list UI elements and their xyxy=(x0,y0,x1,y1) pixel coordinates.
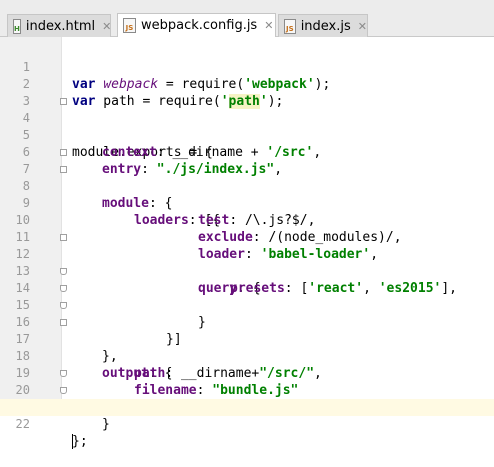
code-line: 8 loaders: [{ xyxy=(0,161,494,228)
code-line: 2 var path = require('path'); xyxy=(0,59,494,109)
code-line: 5 context: __dirname + '/src', xyxy=(0,110,494,160)
code-line: 14 } xyxy=(0,263,494,330)
code-line: 19 filename: "bundle.js" xyxy=(0,348,494,398)
fold-end-icon[interactable] xyxy=(60,268,67,275)
code-line: 11 loader: 'babel-loader', xyxy=(0,212,494,262)
fold-toggle-icon[interactable] xyxy=(60,234,67,241)
code-line: 1 var webpack = require('webpack'); xyxy=(0,42,494,92)
code-line: 16 }, xyxy=(0,297,494,364)
code-line: 6 entry: "./js/index.js", xyxy=(0,127,494,177)
code-line: 4 module.exports = { xyxy=(0,93,494,160)
js-file-icon: JS xyxy=(284,18,296,34)
fold-toggle-icon[interactable] xyxy=(60,166,67,173)
close-icon[interactable]: ✕ xyxy=(264,19,273,32)
tab-label: index.js xyxy=(300,18,351,34)
fold-toggle-icon[interactable] xyxy=(60,98,67,105)
fold-toggle-icon[interactable] xyxy=(60,149,67,156)
code-line: 12 query: { xyxy=(0,229,494,296)
close-icon[interactable]: ✕ xyxy=(102,20,111,33)
fold-end-icon[interactable] xyxy=(60,387,67,394)
tab-label: index.html xyxy=(25,18,96,34)
code-line: 15 }] xyxy=(0,280,494,347)
close-icon[interactable]: ✕ xyxy=(358,20,367,33)
js-file-icon: JS xyxy=(123,18,136,33)
html-file-icon: H xyxy=(13,18,21,34)
code-line: 20 } xyxy=(0,365,494,432)
fold-end-icon[interactable] xyxy=(60,302,67,309)
text-caret xyxy=(72,433,73,450)
tab-index-html[interactable]: H index.html ✕ xyxy=(7,14,111,37)
code-line: 3 xyxy=(0,76,494,108)
editor-tab-bar: H index.html ✕ JS webpack.config.js ✕ JS… xyxy=(0,0,494,37)
code-line: 10 exclude: /(node_modules)/, xyxy=(0,195,494,245)
code-line: 18 path: __dirname+"/src/", xyxy=(0,331,494,381)
tab-label: webpack.config.js xyxy=(141,18,258,33)
tab-index-js[interactable]: JS index.js ✕ xyxy=(278,14,368,37)
code-editor[interactable]: 1 var webpack = require('webpack'); 2 va… xyxy=(0,37,494,449)
current-code-line: 22 xyxy=(0,399,494,449)
code-line: 7 module: { xyxy=(0,144,494,211)
fold-end-icon[interactable] xyxy=(60,370,67,377)
code-line: 17 output: { xyxy=(0,314,494,381)
line-number: 22 xyxy=(15,417,30,431)
fold-toggle-icon[interactable] xyxy=(60,319,67,326)
tab-webpack-config-js[interactable]: JS webpack.config.js ✕ xyxy=(117,13,276,37)
code-line: 9 test: /\.js?$/, xyxy=(0,178,494,228)
code-line: 13 presets: ['react', 'es2015'], xyxy=(0,246,494,296)
code-line: 21 }; xyxy=(0,382,494,449)
fold-end-icon[interactable] xyxy=(60,285,67,292)
